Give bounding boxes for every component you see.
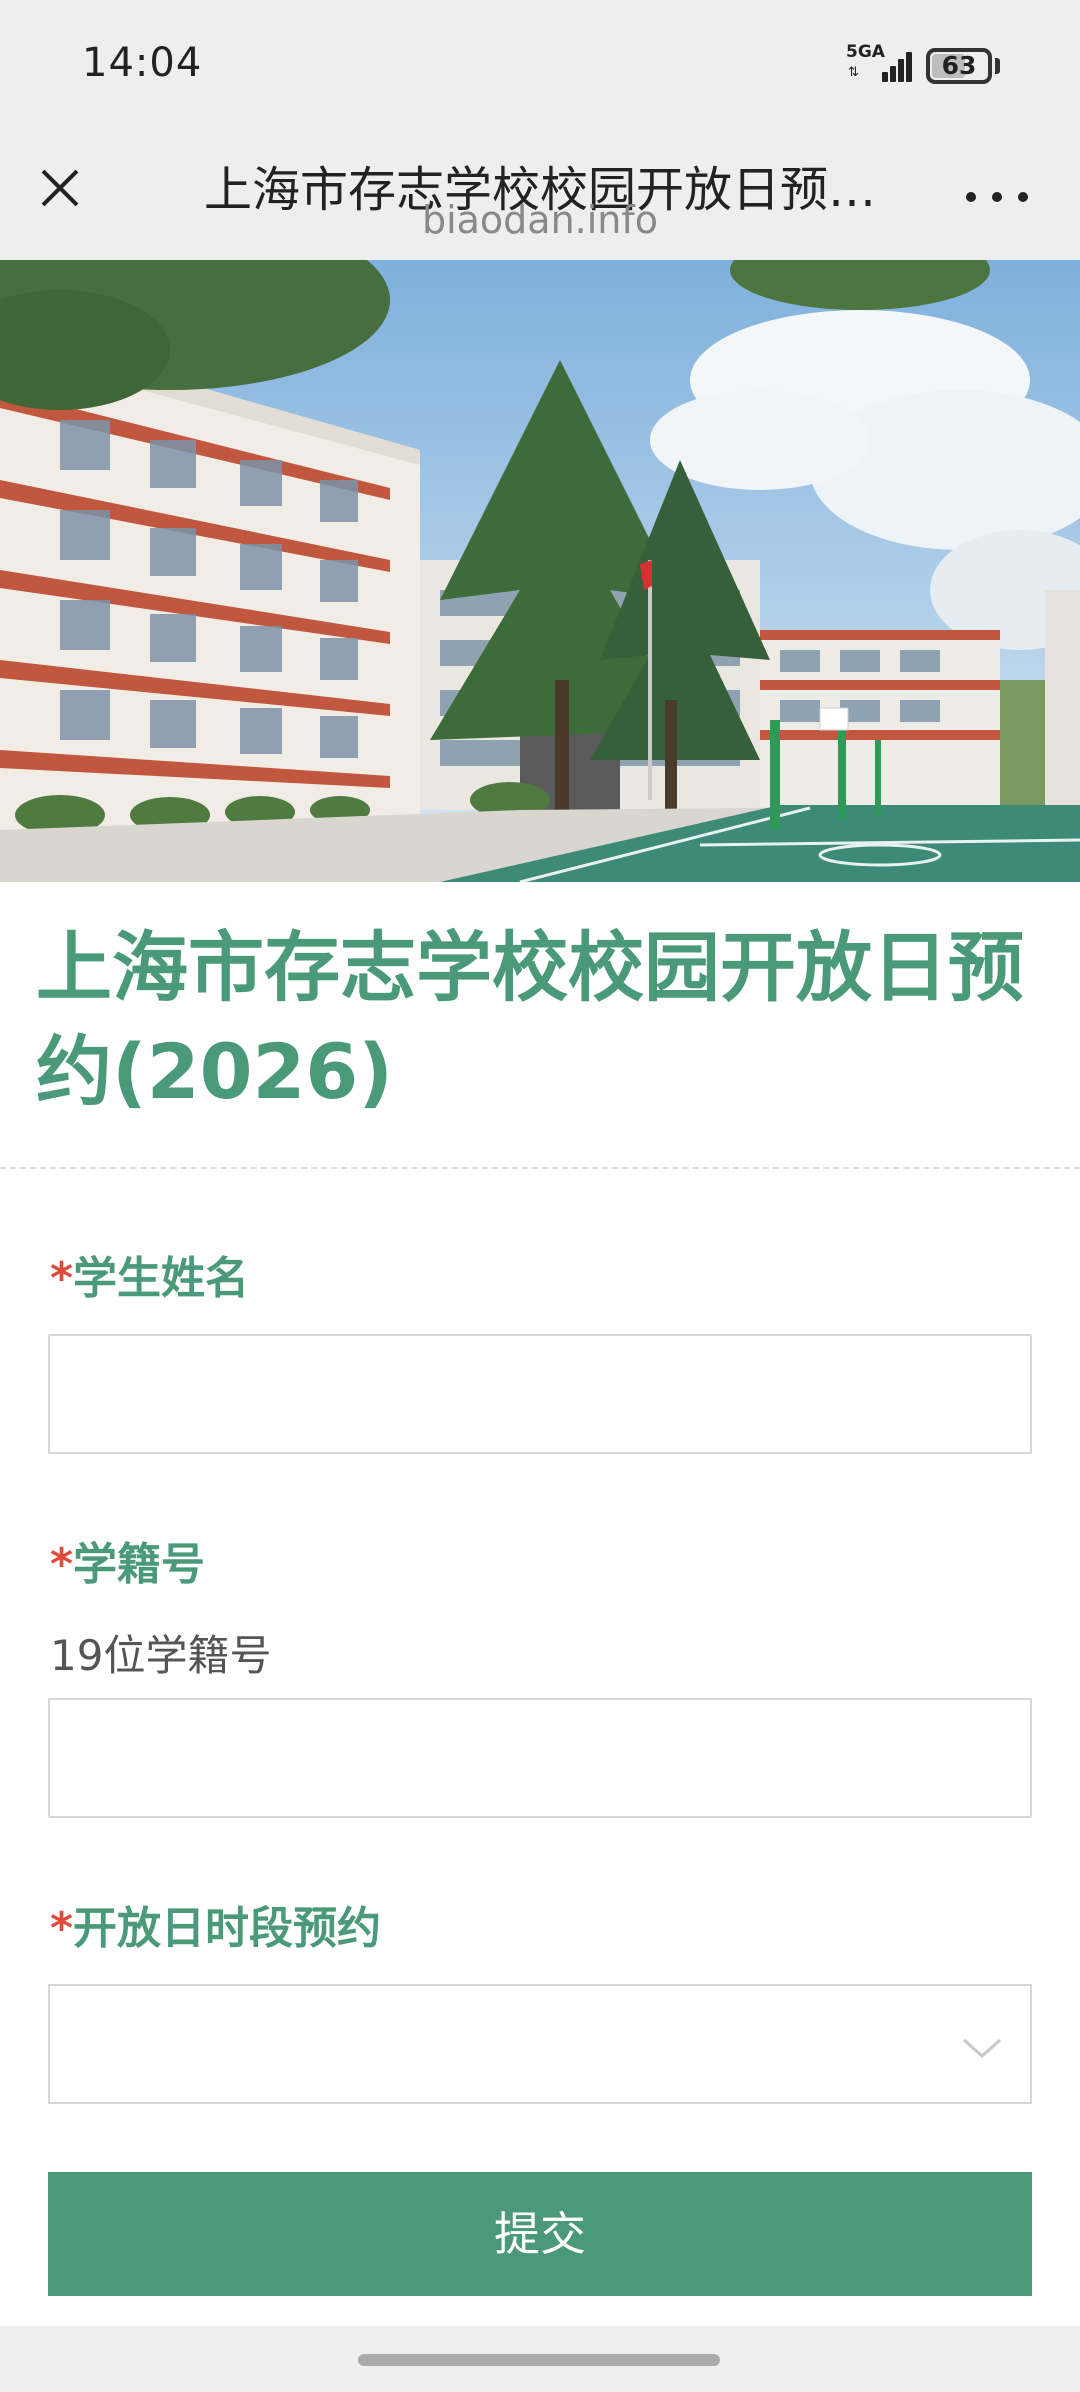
network-type: 5GA	[846, 42, 885, 62]
hero-image	[0, 260, 1080, 882]
student-id-label-text: 学籍号	[73, 1539, 206, 1590]
signal-icon: 5GA ⇅	[846, 44, 912, 88]
student-name-label: *学生姓名	[50, 1242, 249, 1306]
time-slot-select[interactable]	[48, 1984, 1032, 2104]
status-time: 14:04	[82, 40, 203, 86]
title-bar: 上海市存志学校校园开放日预… biaodan.info	[0, 132, 1080, 260]
required-mark: *	[50, 1903, 74, 1954]
required-mark: *	[50, 1539, 74, 1590]
more-dot	[1018, 192, 1028, 202]
more-icon[interactable]	[964, 182, 1032, 210]
time-slot-label: *开放日时段预约	[50, 1892, 381, 1956]
school-campus-photo	[0, 260, 1080, 882]
battery-nub	[995, 58, 1000, 74]
signal-bar	[890, 66, 896, 82]
data-arrows-icon: ⇅	[848, 65, 859, 80]
navigation-bar	[0, 2326, 1080, 2392]
page-domain: biaodan.info	[421, 198, 659, 242]
student-id-description: 19位学籍号	[50, 1631, 272, 1680]
battery-icon: 63	[926, 48, 992, 84]
home-indicator[interactable]	[358, 2354, 720, 2366]
required-mark: *	[50, 1253, 74, 1304]
student-name-input[interactable]	[48, 1334, 1032, 1454]
divider	[0, 1167, 1080, 1169]
battery-level: 63	[941, 51, 977, 80]
form-title: 上海市存志学校校园开放日预约(2026)	[36, 923, 1024, 1116]
submit-button[interactable]: 提交	[48, 2172, 1032, 2296]
signal-bar	[882, 72, 888, 82]
student-id-label: *学籍号	[50, 1528, 205, 1592]
student-name-label-text: 学生姓名	[73, 1253, 250, 1304]
status-bar: 14:04 5GA ⇅ 63	[0, 0, 1080, 132]
signal-bar	[906, 52, 912, 82]
chevron-down-icon	[963, 2038, 1001, 2059]
more-dot	[966, 192, 976, 202]
signal-bar	[898, 59, 904, 82]
close-icon[interactable]	[28, 156, 92, 220]
time-slot-label-text: 开放日时段预约	[73, 1903, 382, 1954]
student-id-input[interactable]	[48, 1698, 1032, 1818]
more-dot	[992, 192, 1002, 202]
